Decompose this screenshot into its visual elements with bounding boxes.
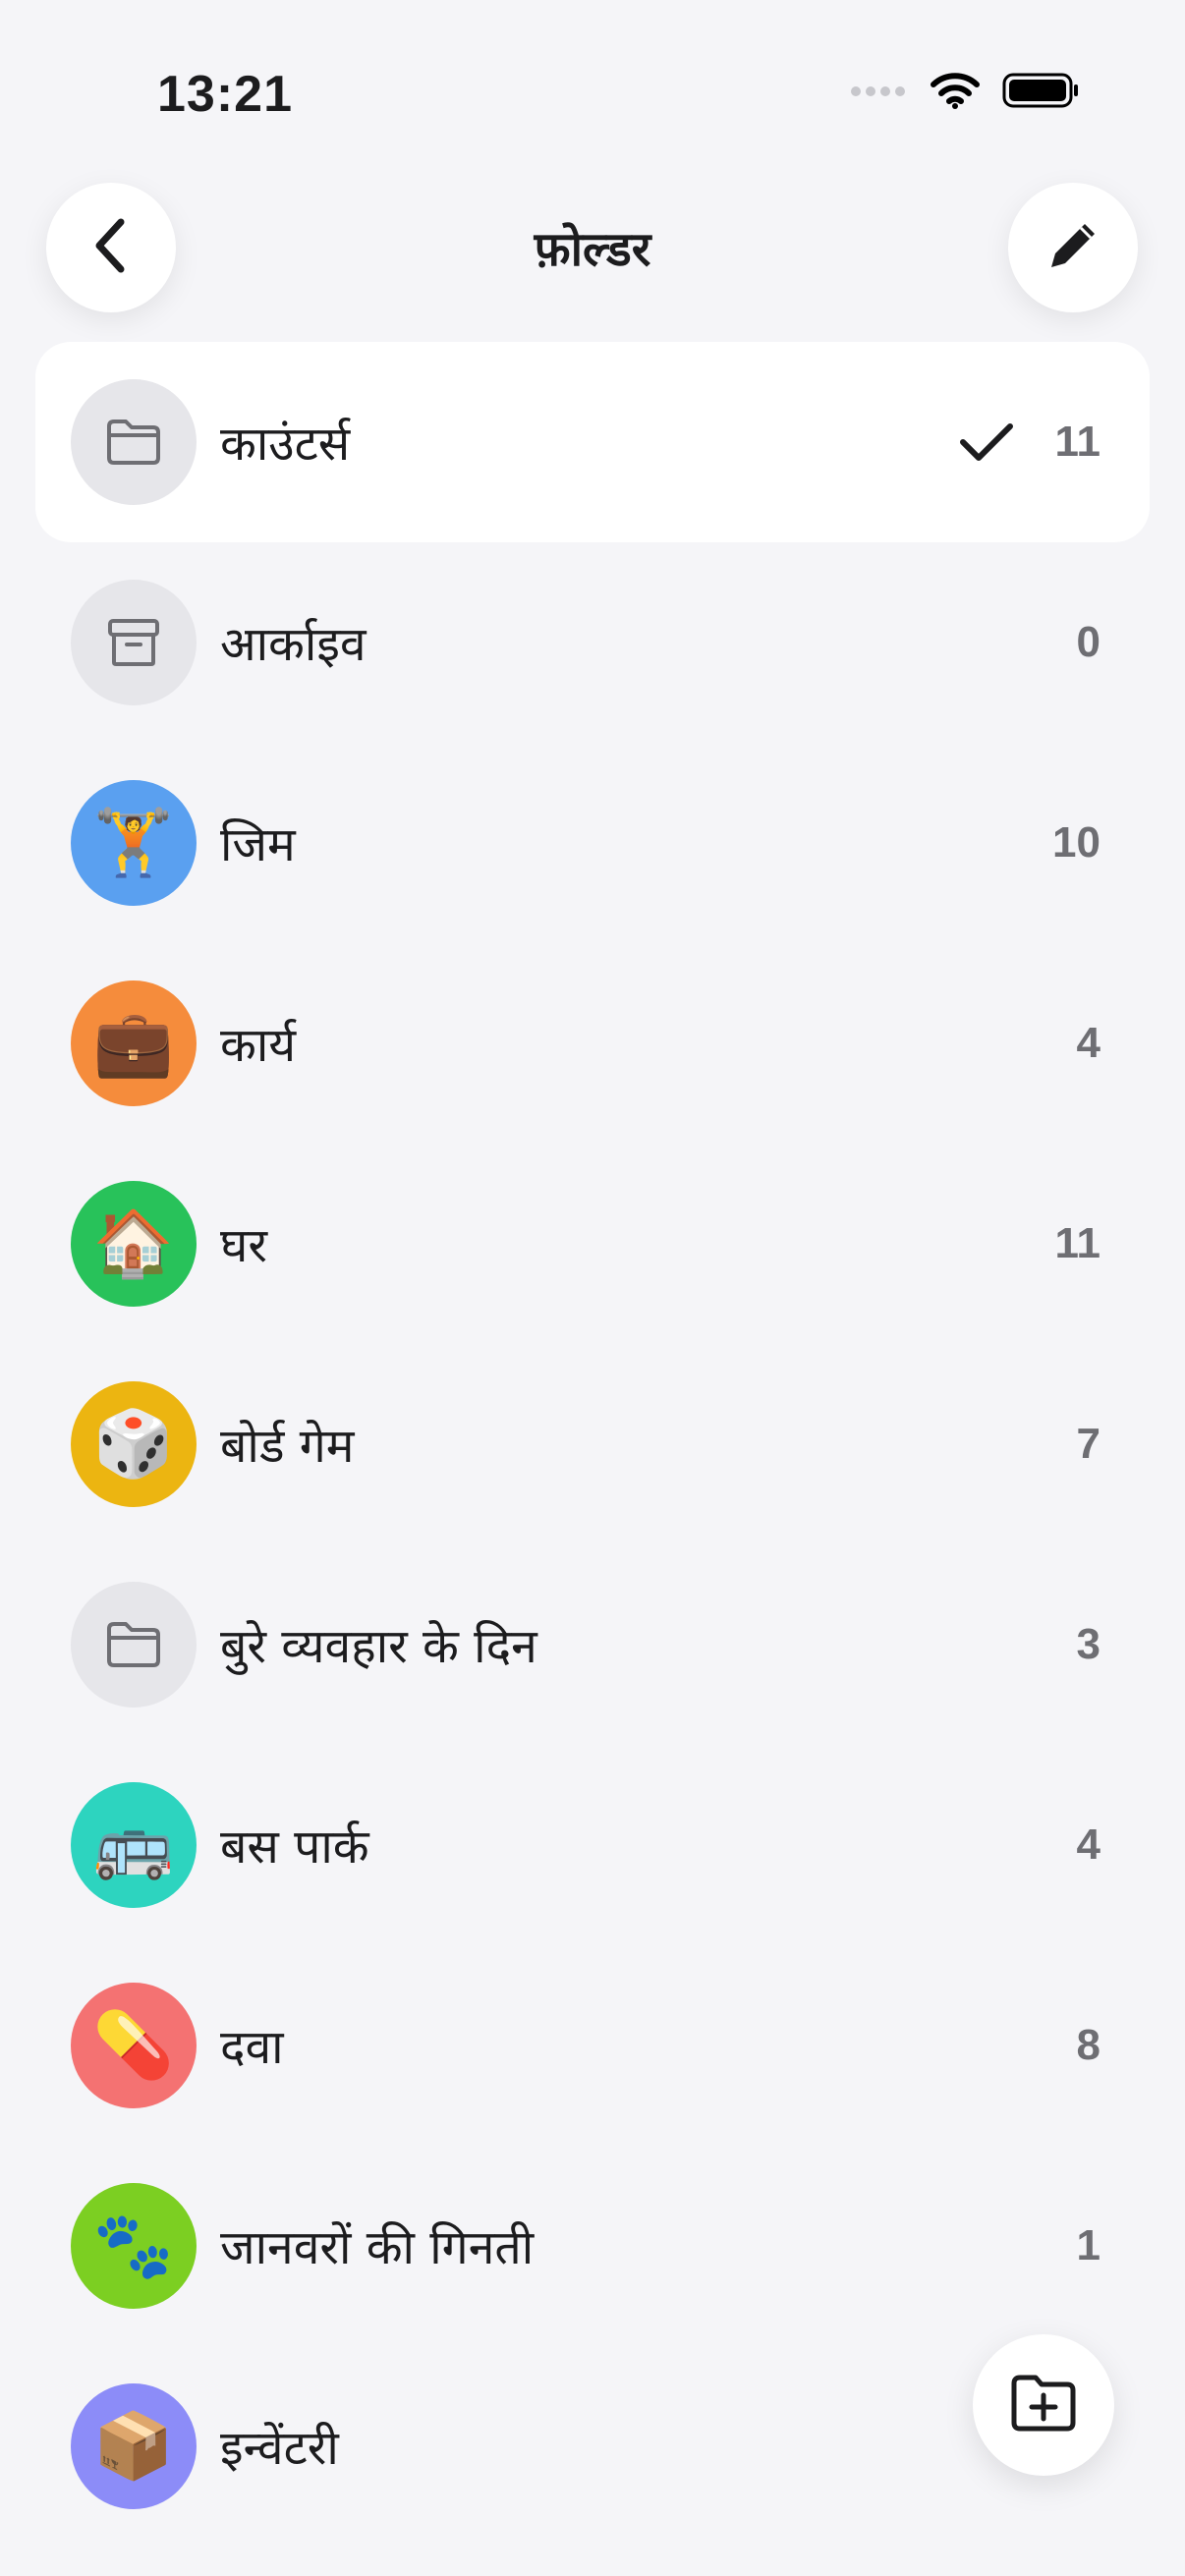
folder-row[interactable]: 🏋️ जिम 10 [35,743,1150,943]
status-bar: 13:21 [0,0,1185,177]
wifi-icon [930,71,981,114]
folder-row[interactable]: काउंटर्स 11 [35,342,1150,542]
cellular-signal-icon [849,84,908,102]
folder-row[interactable]: 💊 दवा 8 [35,1945,1150,2146]
new-folder-button[interactable] [973,2334,1114,2476]
dice-icon: 🎲 [71,1381,197,1507]
folder-count: 11 [1054,1219,1100,1267]
folder-label: दवा [220,2019,284,2075]
pencil-icon [1044,216,1102,279]
briefcase-icon: 💼 [71,980,197,1106]
folder-row[interactable]: बुरे व्यवहार के दिन 3 [35,1544,1150,1745]
folder-row[interactable]: 🎲 बोर्ड गेम 7 [35,1344,1150,1544]
archive-icon [71,580,197,705]
folder-label: इन्वेंटरी [220,2420,339,2476]
folder-label: कार्य [220,1017,297,1073]
folder-count: 4 [1076,1820,1100,1869]
folder-plus-icon [1008,2372,1079,2438]
folder-label: घर [220,1217,268,1273]
status-time: 13:21 [157,66,293,123]
edit-button[interactable] [1008,183,1138,312]
folder-count: 11 [1054,418,1100,466]
folder-label: जिम [220,816,296,872]
folder-count: 4 [1076,1019,1100,1067]
folder-label: जानवरों की गिनती [220,2219,535,2275]
folder-row[interactable]: 🚌 बस पार्क 4 [35,1745,1150,1945]
status-icons [849,71,1081,114]
folder-row[interactable]: आर्काइव 0 [35,542,1150,743]
folder-label: काउंटर्स [220,416,351,472]
pill-icon: 💊 [71,1983,197,2108]
folder-count: 1 [1076,2221,1100,2269]
weightlifter-icon: 🏋️ [71,780,197,906]
house-icon: 🏠 [71,1181,197,1307]
package-icon: 📦 [71,2383,197,2509]
folder-count: 0 [1076,618,1100,666]
folder-label: बस पार्क [220,1819,369,1875]
folder-icon [71,1582,197,1708]
folder-label: आर्काइव [220,616,367,672]
folder-list: काउंटर्स 11 आर्काइव 0 🏋️ जिम 10 💼 कार्य 4 🏠 घर 11 🎲 बो… [35,342,1150,2547]
folder-label: बोर्ड गेम [220,1418,355,1474]
folder-row[interactable]: 💼 कार्य 4 [35,943,1150,1144]
folder-count: 10 [1052,818,1100,867]
paw-prints-icon: 🐾 [71,2183,197,2309]
folder-icon [71,379,197,505]
folder-count: 7 [1076,1420,1100,1468]
battery-icon [1002,71,1081,114]
folder-count: 3 [1076,1620,1100,1668]
folder-row[interactable]: 🐾 जानवरों की गिनती 1 [35,2146,1150,2346]
folder-count: 8 [1076,2021,1100,2069]
bus-icon: 🚌 [71,1782,197,1908]
folder-label: बुरे व्यवहार के दिन [220,1618,537,1674]
folder-row[interactable]: 🏠 घर 11 [35,1144,1150,1344]
header: फ़ोल्डर [0,177,1185,324]
checkmark-icon [955,411,1018,474]
